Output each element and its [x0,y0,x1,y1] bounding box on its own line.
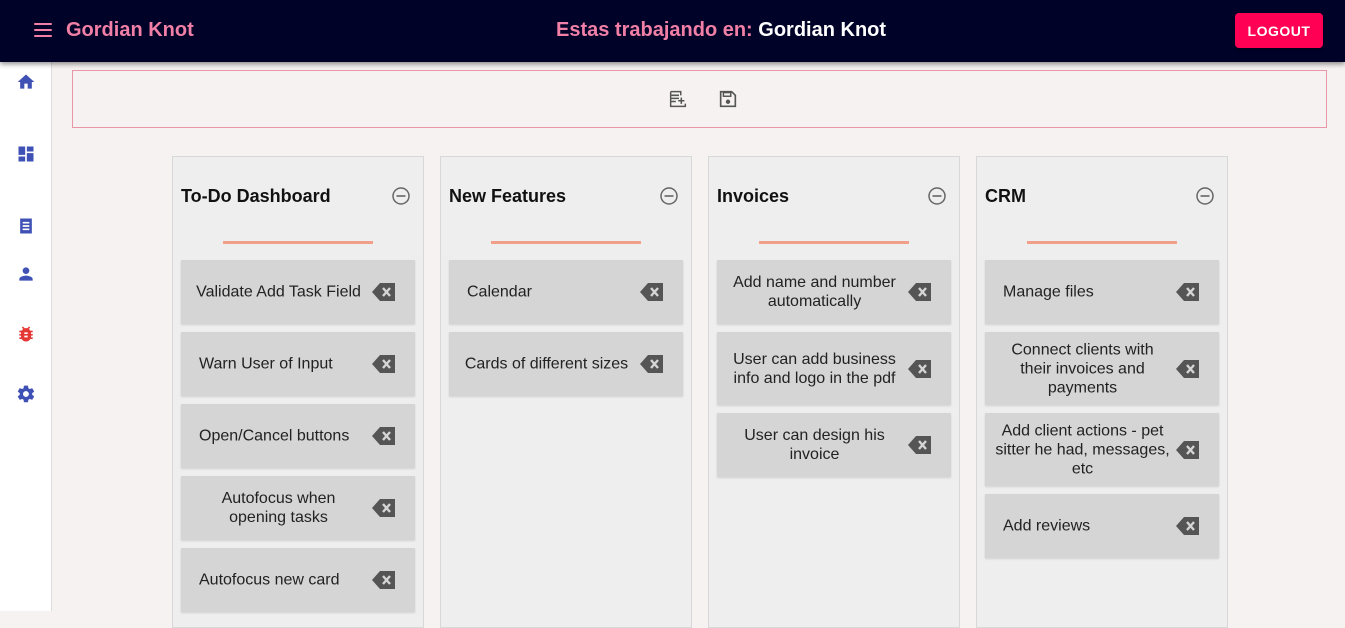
task-card[interactable]: Connect clients with their invoices and … [985,332,1219,405]
card-text: User can design his invoice [744,427,885,463]
dashboard-icon[interactable] [16,144,36,164]
delete-card-icon[interactable] [371,281,397,303]
working-label: Estas trabajando en: [556,19,753,41]
task-card[interactable]: Cards of different sizes [449,332,683,396]
app-name[interactable]: Gordian Knot [66,19,194,42]
column-divider [491,241,641,244]
delete-card-icon[interactable] [907,281,933,303]
card-text: Autofocus when opening tasks [221,490,336,526]
delete-card-icon[interactable] [371,569,397,591]
card-text: Add client actions - pet sitter he had, … [995,422,1170,477]
column-title: New Features [449,186,567,206]
card-text: Validate Add Task Field [196,283,361,301]
task-card[interactable]: Add name and number automatically [717,260,951,324]
card-text: Autofocus new card [199,571,340,589]
card-text: Add reviews [1003,517,1091,535]
task-card[interactable]: Validate Add Task Field [181,260,415,324]
task-card[interactable]: Calendar [449,260,683,324]
card-text: Cards of different sizes [464,355,629,373]
delete-card-icon[interactable] [907,358,933,380]
menu-icon[interactable] [34,23,52,37]
column-new-features: New Features Calendar Cards of different… [440,156,692,628]
card-text: User can add business info and logo in t… [733,350,896,387]
delete-card-icon[interactable] [1175,515,1201,537]
board-toolbar [72,70,1327,128]
bug-icon[interactable] [16,324,36,344]
column-divider [223,241,373,244]
logout-button[interactable]: LOGOUT [1235,13,1323,48]
person-icon[interactable] [16,264,36,284]
delete-card-icon[interactable] [371,425,397,447]
column-title: CRM [985,186,1026,206]
delete-card-icon[interactable] [371,497,397,519]
column-invoices: Invoices Add name and number automatical… [708,156,960,628]
column-divider [759,241,909,244]
gear-icon[interactable] [16,384,36,404]
task-card[interactable]: User can design his invoice [717,413,951,477]
column-title: To-Do Dashboard [181,186,331,206]
column-title: Invoices [717,186,790,206]
task-card[interactable]: Manage files [985,260,1219,324]
receipt-icon[interactable] [16,216,36,236]
project-name: Gordian Knot [758,19,887,41]
task-card[interactable]: User can add business info and logo in t… [717,332,951,405]
card-text: Connect clients with their invoices and … [1011,341,1154,396]
delete-card-icon[interactable] [1175,281,1201,303]
task-card[interactable]: Autofocus when opening tasks [181,476,415,540]
save-icon[interactable] [717,88,739,110]
delete-card-icon[interactable] [639,353,665,375]
column-divider [1027,241,1177,244]
app-header: Gordian Knot Estas trabajando en: Gordia… [0,0,1345,62]
remove-column-icon[interactable] [659,186,679,206]
card-text: Warn User of Input [199,355,333,373]
task-card[interactable]: Add reviews [985,494,1219,558]
task-card[interactable]: Open/Cancel buttons [181,404,415,468]
card-text: Calendar [467,283,532,301]
remove-column-icon[interactable] [391,186,411,206]
delete-card-icon[interactable] [371,353,397,375]
card-text: Manage files [1003,283,1094,301]
delete-card-icon[interactable] [907,434,933,456]
card-text: Open/Cancel buttons [199,427,350,445]
add-note-icon[interactable] [667,88,689,110]
working-on-label: Estas trabajando en: Gordian Knot [556,19,886,42]
card-text: Add name and number automatically [733,274,896,310]
delete-card-icon[interactable] [1175,358,1201,380]
delete-card-icon[interactable] [1175,439,1201,461]
column-crm: CRM Manage files Connect clients with th… [976,156,1228,628]
home-icon[interactable] [16,72,36,92]
task-card[interactable]: Warn User of Input [181,332,415,396]
sidebar [0,62,52,611]
remove-column-icon[interactable] [927,186,947,206]
delete-card-icon[interactable] [639,281,665,303]
task-card[interactable]: Autofocus new card [181,548,415,612]
task-card[interactable]: Add client actions - pet sitter he had, … [985,413,1219,486]
column-to-do-dashboard: To-Do Dashboard Validate Add Task Field … [172,156,424,628]
remove-column-icon[interactable] [1195,186,1215,206]
